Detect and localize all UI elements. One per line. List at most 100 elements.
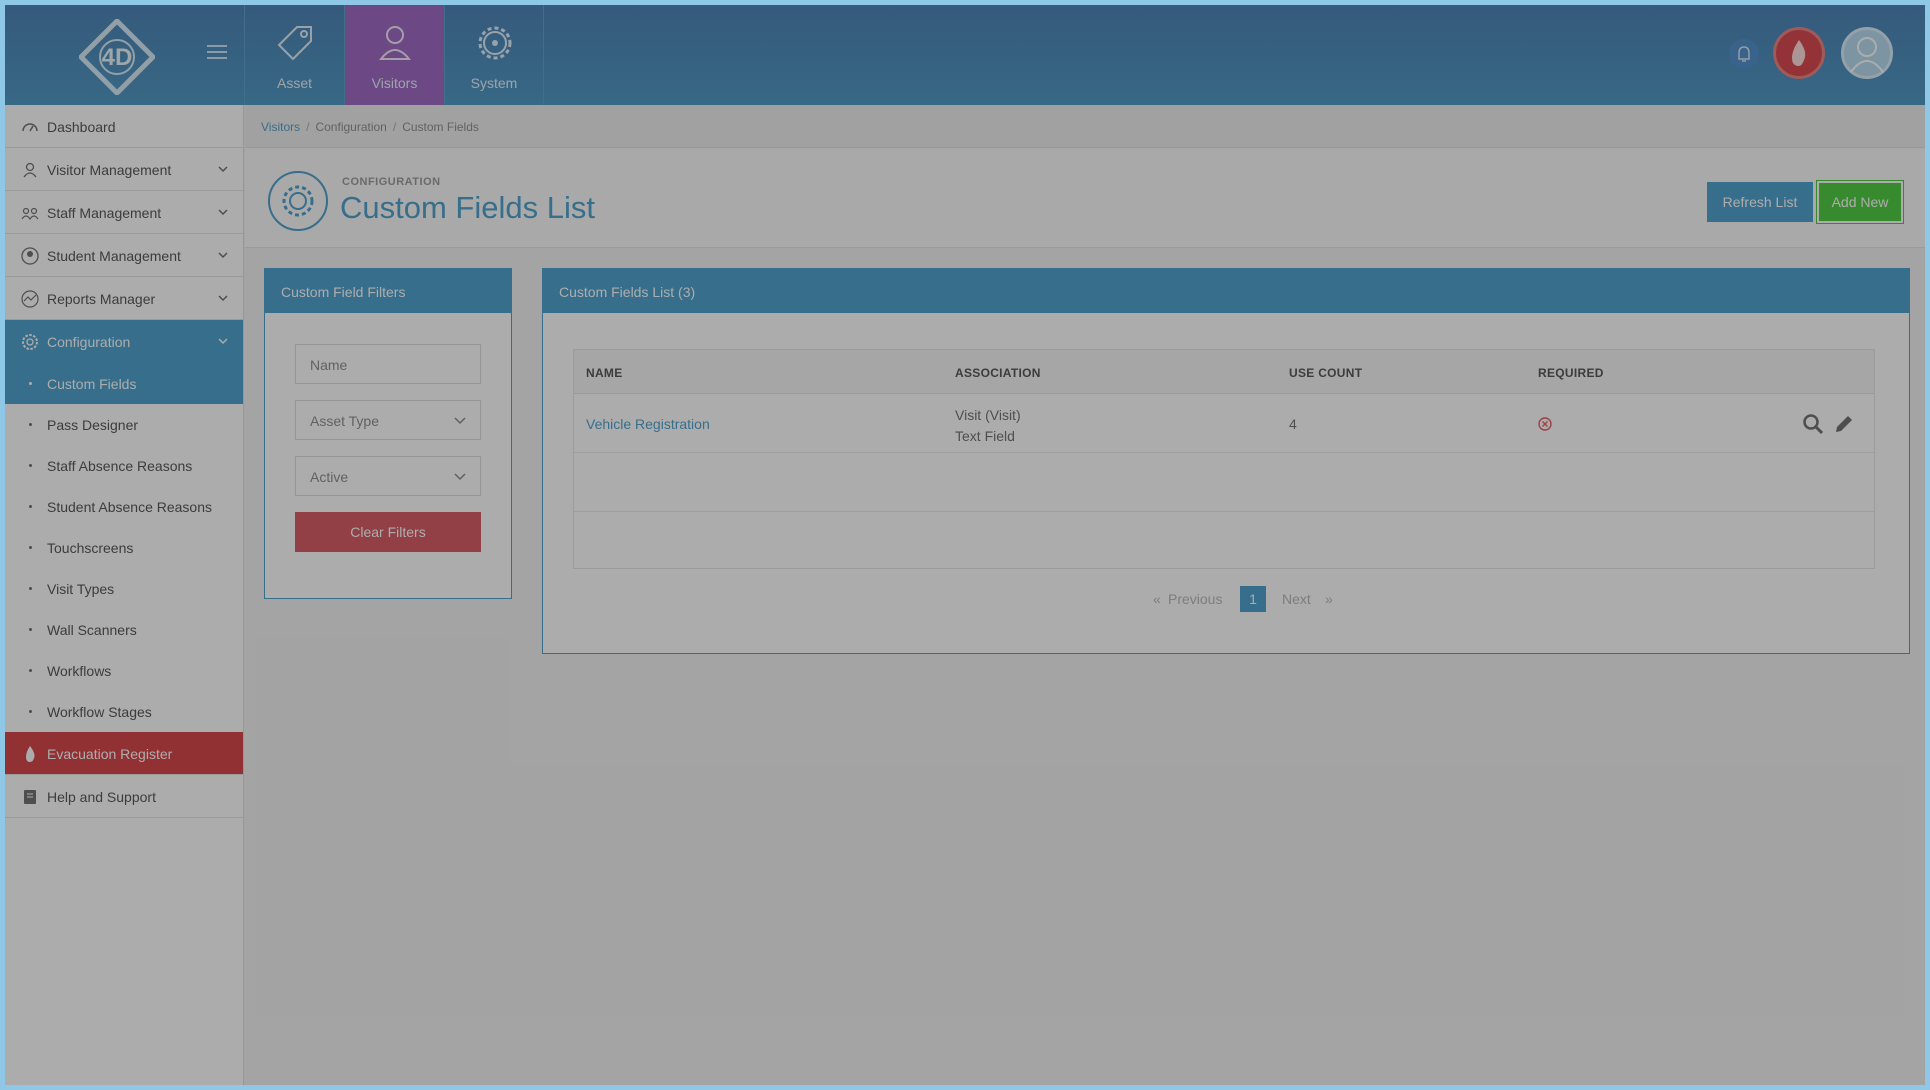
chevron-down-icon — [218, 338, 228, 345]
sidebar-subitem-label: Touchscreens — [47, 540, 134, 556]
filters-panel-title: Custom Field Filters — [281, 284, 406, 300]
sidebar-subitem-label: Visit Types — [47, 581, 115, 597]
breadcrumb-visitors-link[interactable]: Visitors — [261, 120, 300, 134]
book-icon — [24, 790, 36, 804]
pagination-previous[interactable]: Previous — [1168, 591, 1222, 607]
sidebar-item-reports-manager[interactable]: Reports Manager — [5, 277, 243, 320]
flame-icon — [26, 746, 35, 762]
sidebar-item-label: Dashboard — [47, 119, 116, 135]
name-filter-placeholder: Name — [310, 357, 348, 373]
breadcrumb-current: Custom Fields — [402, 120, 479, 134]
custom-fields-panel-header: Custom Fields List (3) — [543, 269, 1909, 313]
sidebar-item-label: Configuration — [47, 334, 131, 350]
gear-icon — [22, 334, 38, 350]
sidebar-subitem-student-absence-reasons[interactable]: Student Absence Reasons — [5, 486, 243, 527]
column-required[interactable]: REQUIRED — [1538, 366, 1604, 380]
module-asset[interactable]: Asset — [244, 5, 344, 105]
row-association-primary: Visit (Visit) — [955, 407, 1021, 423]
breadcrumb: Visitors / Configuration / Custom Fields — [245, 105, 1925, 148]
module-asset-label: Asset — [276, 75, 312, 91]
chevron-down-icon — [218, 209, 228, 216]
sidebar-item-evacuation-register[interactable]: Evacuation Register — [5, 732, 243, 775]
sidebar-item-label: Evacuation Register — [47, 746, 173, 762]
status-value: Active — [310, 469, 349, 485]
logo-text: 4D — [102, 44, 133, 71]
sidebar-subitem-wall-scanners[interactable]: Wall Scanners — [5, 609, 243, 650]
edit-pencil-icon[interactable] — [1833, 413, 1855, 435]
sidebar-subitem-label: Workflow Stages — [47, 704, 152, 720]
chevron-down-icon — [218, 252, 228, 259]
student-icon — [21, 247, 39, 265]
menu-toggle-icon[interactable] — [207, 45, 227, 61]
tag-icon — [277, 26, 312, 61]
column-name[interactable]: NAME — [586, 366, 623, 380]
sidebar-item-configuration[interactable]: Configuration — [5, 320, 243, 363]
sidebar-subitem-label: Pass Designer — [47, 417, 139, 433]
sidebar-subitem-label: Student Absence Reasons — [47, 499, 213, 515]
sidebar-item-student-management[interactable]: Student Management — [5, 234, 243, 277]
module-visitors[interactable]: Visitors — [344, 5, 444, 105]
status-select[interactable]: Active — [295, 456, 481, 496]
table-row-empty — [574, 513, 1874, 571]
view-search-icon[interactable] — [1802, 413, 1824, 435]
add-new-button[interactable]: Add New — [1817, 181, 1903, 223]
pagination-next[interactable]: Next — [1282, 591, 1311, 607]
page-header: CONFIGURATION Custom Fields List Refresh… — [245, 148, 1925, 248]
module-system-label: System — [470, 75, 518, 91]
not-required-icon — [1538, 417, 1552, 431]
top-bar: 4D Asset Visitors System — [5, 5, 1925, 105]
sidebar-item-label: Help and Support — [47, 789, 156, 805]
sidebar-subitem-label: Custom Fields — [47, 376, 137, 392]
sidebar-subitem-custom-fields[interactable]: Custom Fields — [5, 363, 243, 404]
sidebar-subitem-label: Workflows — [47, 663, 112, 679]
module-visitors-label: Visitors — [371, 75, 418, 91]
sidebar-subitem-staff-absence-reasons[interactable]: Staff Absence Reasons — [5, 445, 243, 486]
user-icon — [23, 162, 37, 178]
asset-type-select[interactable]: Asset Type — [295, 400, 481, 440]
column-use-count[interactable]: USE COUNT — [1289, 366, 1362, 380]
bell-icon[interactable] — [1729, 39, 1759, 69]
table-header: NAME ASSOCIATION USE COUNT REQUIRED — [574, 350, 1874, 394]
avatar[interactable] — [1841, 27, 1893, 79]
pagination-next-glyph[interactable]: » — [1325, 591, 1333, 607]
pagination: « Previous 1 Next » — [543, 586, 1909, 612]
row-association-type: Text Field — [955, 428, 1015, 444]
custom-fields-table: NAME ASSOCIATION USE COUNT REQUIRED Vehi… — [573, 349, 1875, 569]
app-window: 4D Asset Visitors System Dashboard Visit… — [5, 5, 1925, 1085]
sidebar-item-visitor-management[interactable]: Visitor Management — [5, 148, 243, 191]
sidebar-subitem-workflow-stages[interactable]: Workflow Stages — [5, 691, 243, 732]
table-row: Vehicle Registration Visit (Visit) Text … — [574, 395, 1874, 453]
sidebar-subitem-label: Wall Scanners — [47, 622, 137, 638]
asset-type-value: Asset Type — [310, 413, 380, 429]
sidebar-subitem-workflows[interactable]: Workflows — [5, 650, 243, 691]
breadcrumb-configuration: Configuration — [315, 120, 387, 134]
sidebar: Dashboard Visitor Management Staff Manag… — [5, 105, 244, 1085]
sidebar-subitem-visit-types[interactable]: Visit Types — [5, 568, 243, 609]
sidebar-item-dashboard[interactable]: Dashboard — [5, 105, 243, 148]
pagination-prev-glyph[interactable]: « — [1153, 591, 1161, 607]
sidebar-subitem-touchscreens[interactable]: Touchscreens — [5, 527, 243, 568]
pagination-page-1[interactable]: 1 — [1240, 586, 1266, 612]
sidebar-subitem-pass-designer[interactable]: Pass Designer — [5, 404, 243, 445]
custom-fields-panel-title: Custom Fields List (3) — [559, 284, 696, 300]
sidebar-item-label: Student Management — [47, 248, 181, 264]
flame-icon[interactable] — [1773, 27, 1825, 79]
refresh-list-button[interactable]: Refresh List — [1707, 182, 1813, 222]
sidebar-item-help-support[interactable]: Help and Support — [5, 775, 243, 818]
chevron-down-icon — [454, 473, 466, 481]
page-subtitle: CONFIGURATION — [342, 176, 441, 188]
clear-filters-button[interactable]: Clear Filters — [295, 512, 481, 552]
logo-4d[interactable]: 4D — [79, 19, 155, 95]
name-filter-input[interactable]: Name — [295, 344, 481, 384]
module-system[interactable]: System — [444, 5, 544, 105]
table-row-empty — [574, 454, 1874, 512]
row-name-link[interactable]: Vehicle Registration — [586, 416, 710, 432]
column-association[interactable]: ASSOCIATION — [955, 366, 1041, 380]
chart-icon — [21, 290, 39, 308]
group-icon — [21, 207, 39, 221]
chevron-down-icon — [218, 166, 228, 173]
chevron-down-icon — [454, 417, 466, 425]
sidebar-item-staff-management[interactable]: Staff Management — [5, 191, 243, 234]
row-use-count: 4 — [1289, 416, 1297, 432]
dashboard-icon — [22, 123, 38, 132]
